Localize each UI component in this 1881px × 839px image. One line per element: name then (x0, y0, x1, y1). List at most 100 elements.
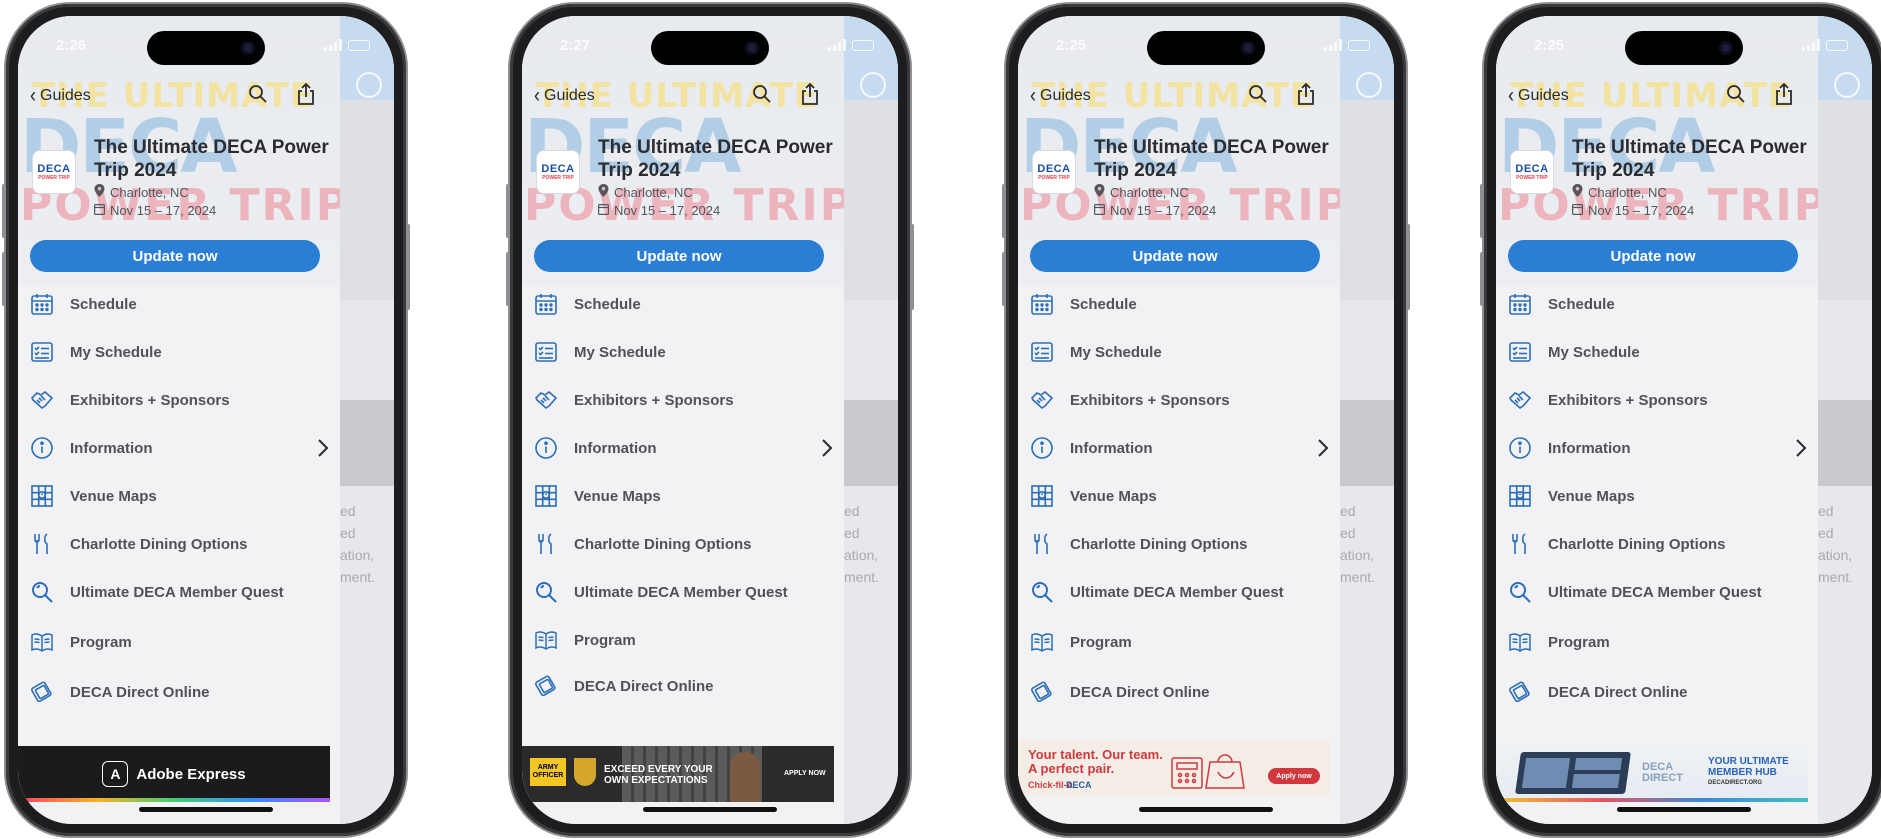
tag-icon (1508, 680, 1532, 704)
ad-banner-chick-fil-a[interactable]: Your talent. Our team. A perfect pair. Chi… (1018, 740, 1330, 796)
menu-item-information[interactable]: Information (534, 430, 834, 466)
share-icon[interactable] (800, 82, 820, 111)
update-now-button[interactable]: Update now (30, 240, 320, 272)
menu-item-venue-maps[interactable]: Venue Maps (534, 478, 834, 514)
adobe-express-logo-icon: A (102, 761, 129, 787)
menu-item-my-schedule[interactable]: My Schedule (30, 334, 330, 370)
menu-item-label: Charlotte Dining Options (1548, 535, 1726, 553)
power-button (406, 224, 410, 310)
back-label: Guides (1040, 86, 1091, 104)
update-now-button[interactable]: Update now (534, 240, 824, 272)
menu-item-ultimate-deca-member-quest[interactable]: Ultimate DECA Member Quest (1508, 574, 1808, 610)
menu-item-charlotte-dining-options[interactable]: Charlotte Dining Options (30, 526, 330, 562)
back-button[interactable]: ‹ Guides (1030, 82, 1091, 107)
chevron-right-icon (1794, 438, 1808, 463)
menu-item-venue-maps[interactable]: Venue Maps (1508, 478, 1808, 514)
chevron-left-icon: ‹ (1030, 82, 1036, 107)
menu-item-deca-direct-online[interactable]: DECA Direct Online (1508, 674, 1808, 710)
guide-logo: DECA POWER TRIP (32, 150, 76, 194)
ad-headline-line-1: Your talent. Our team. (1028, 747, 1163, 762)
ad-cta[interactable]: APPLY NOW (784, 770, 826, 777)
location-text: Charlotte, NC (1110, 184, 1189, 200)
ad-headline-line-2: MEMBER HUB (1708, 767, 1777, 778)
background-app-content: ed ed ation, ment. (842, 16, 898, 824)
dates-text: Nov 15 – 17, 2024 (614, 203, 721, 218)
fork-knife-icon (1030, 532, 1054, 556)
menu-item-label: Venue Maps (1070, 487, 1157, 505)
nav-bar: ‹ Guides (18, 82, 340, 110)
menu-item-information[interactable]: Information (1030, 430, 1330, 466)
menu-item-ultimate-deca-member-quest[interactable]: Ultimate DECA Member Quest (30, 574, 330, 610)
status-icons (828, 39, 874, 51)
update-now-button[interactable]: Update now (1508, 240, 1798, 272)
menu-item-my-schedule[interactable]: My Schedule (534, 334, 834, 370)
battery-icon (1826, 39, 1848, 51)
menu-item-exhibitors-sponsors[interactable]: Exhibitors + Sponsors (30, 382, 330, 418)
menu-item-venue-maps[interactable]: Venue Maps (30, 478, 330, 514)
update-now-button[interactable]: Update now (1030, 240, 1320, 272)
tag-icon (1030, 680, 1054, 704)
menu-item-label: Venue Maps (70, 487, 157, 505)
ad-person-image (730, 752, 760, 802)
menu-item-ultimate-deca-member-quest[interactable]: Ultimate DECA Member Quest (1030, 574, 1330, 610)
phone-screen: ed ed ation, ment. 2:27 THE ULTIMATE DECA POWER… (522, 16, 898, 824)
menu-item-schedule[interactable]: Schedule (1030, 286, 1330, 322)
menu-item-information[interactable]: Information (1508, 430, 1808, 466)
menu-item-charlotte-dining-options[interactable]: Charlotte Dining Options (1030, 526, 1330, 562)
power-button (1406, 224, 1410, 310)
menu-item-program[interactable]: Program (1030, 624, 1330, 660)
menu-item-my-schedule[interactable]: My Schedule (1030, 334, 1330, 370)
menu-item-exhibitors-sponsors[interactable]: Exhibitors + Sponsors (1030, 382, 1330, 418)
menu-item-information[interactable]: Information (30, 430, 330, 466)
army-shield-icon (574, 758, 596, 786)
menu-item-program[interactable]: Program (30, 624, 330, 660)
ad-banner-deca-direct[interactable]: DECA DIRECT YOUR ULTIMATE MEMBER HUB DECADIR… (1496, 746, 1808, 802)
menu-item-my-schedule[interactable]: My Schedule (1508, 334, 1808, 370)
menu-item-charlotte-dining-options[interactable]: Charlotte Dining Options (1508, 526, 1808, 562)
search-icon[interactable] (1248, 84, 1268, 109)
menu-item-charlotte-dining-options[interactable]: Charlotte Dining Options (534, 526, 834, 562)
menu-item-venue-maps[interactable]: Venue Maps (1030, 478, 1330, 514)
volume-down-button (1480, 252, 1484, 306)
background-text-fragment: ment. (844, 569, 880, 585)
share-icon[interactable] (1774, 82, 1794, 111)
menu-item-schedule[interactable]: Schedule (1508, 286, 1808, 322)
menu-item-exhibitors-sponsors[interactable]: Exhibitors + Sponsors (1508, 382, 1808, 418)
menu-item-deca-direct-online[interactable]: DECA Direct Online (30, 674, 330, 710)
guide-title: The Ultimate DECA Power Trip 2024 (1094, 137, 1329, 181)
menu-item-label: Venue Maps (574, 487, 661, 505)
back-button[interactable]: ‹ Guides (30, 83, 91, 107)
menu-item-program[interactable]: Program (1508, 624, 1808, 660)
menu-item-ultimate-deca-member-quest[interactable]: Ultimate DECA Member Quest (534, 574, 834, 610)
back-button[interactable]: ‹ Guides (534, 83, 595, 107)
ad-banner-army-officer[interactable]: ARMY OFFICER EXCEED EVERY YOUR OWN EXPECTAT… (522, 746, 834, 802)
ad-headline-line-1: YOUR ULTIMATE (1708, 756, 1789, 767)
background-text-fragment: ed (340, 525, 356, 541)
background-text-fragment: ation, (340, 547, 375, 563)
menu-item-schedule[interactable]: Schedule (30, 286, 330, 322)
search-icon[interactable] (752, 84, 772, 109)
menu-item-deca-direct-online[interactable]: DECA Direct Online (534, 668, 834, 704)
ad-banner-adobe-express[interactable]: A Adobe Express (18, 746, 330, 802)
background-text-fragment: ed (1340, 503, 1356, 519)
menu-item-deca-direct-online[interactable]: DECA Direct Online (1030, 674, 1330, 710)
menu-item-schedule[interactable]: Schedule (534, 286, 834, 322)
volume-down-button (2, 252, 6, 306)
menu-item-exhibitors-sponsors[interactable]: Exhibitors + Sponsors (534, 382, 834, 418)
phone-frame: ed ed ation, ment. 2:26 THE ULTIMATE DECA POWER… (2, 4, 410, 836)
info-icon (1030, 436, 1054, 460)
home-indicator (139, 807, 273, 812)
guide-title: The Ultimate DECA Power Trip 2024 (598, 137, 833, 181)
search-icon[interactable] (248, 84, 268, 109)
register-and-bag-icon (1170, 750, 1260, 795)
back-button[interactable]: ‹ Guides (1508, 83, 1569, 107)
calendar-small-icon (1572, 203, 1584, 218)
search-icon[interactable] (1726, 84, 1746, 109)
menu-item-label: Information (70, 439, 153, 457)
background-app-content: ed ed ation, ment. (1816, 16, 1872, 824)
share-icon[interactable] (296, 82, 316, 111)
menu-item-program[interactable]: Program (534, 622, 834, 658)
volume-up-button (506, 184, 510, 238)
apply-now-button[interactable]: Apply now (1268, 768, 1320, 784)
share-icon[interactable] (1296, 82, 1316, 111)
